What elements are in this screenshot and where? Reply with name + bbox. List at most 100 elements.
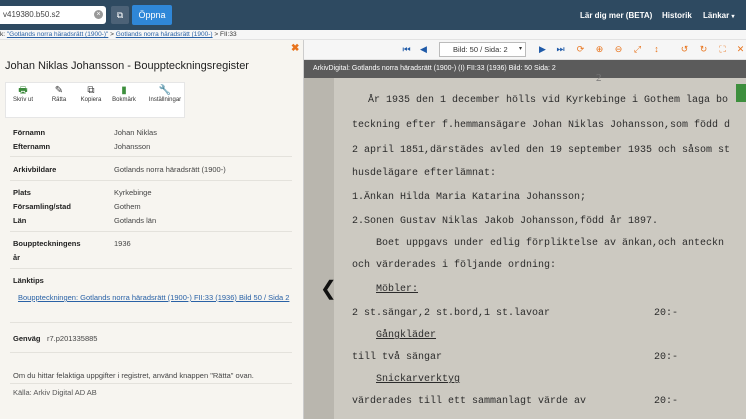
nav-links-label: Länkar [703,11,730,20]
doc-line: Boet uppgavs under edlig förpliktelse av… [376,238,725,249]
correct-button[interactable]: ✎ Rätta [44,85,74,103]
doc-amount: 20:- [654,308,679,319]
year-label: Bouppteckningens [13,239,81,248]
divider [10,268,292,269]
nav-links[interactable]: Länkar ▾ [703,11,734,20]
year-label-cont: år [13,253,21,262]
panel-title: Johan Niklas Johansson - Bouppteckningsr… [5,60,249,72]
print-button[interactable]: 🖶 Skriv ut [8,85,38,103]
last-page-icon[interactable]: ⏭ [554,43,567,56]
year-value: 1936 [114,239,131,248]
previous-image-arrow-icon[interactable]: ❮ [320,278,337,300]
viewer-source-header: ArkivDigital: Gotlands norra häradsrätt … [304,60,746,78]
first-page-icon[interactable]: ⏮ [400,43,413,56]
copy-icon: ⧉ [87,85,95,96]
doc-line: teckning efter f.hemmansägare Johan Nikl… [352,120,731,131]
fit-height-icon[interactable]: ↕ [650,43,663,56]
zoom-out-icon[interactable]: ⊖ [612,43,625,56]
doc-line: och värderades i följande ordning: [352,260,557,271]
clear-search-icon[interactable]: × [94,10,103,19]
printer-icon: 🖶 [18,85,28,96]
breadcrumb-prefix: k: [0,31,7,38]
close-panel-icon[interactable]: ✖ [291,43,299,54]
doc-line: värderades till ett sammanlagt värde av [352,396,587,407]
doc-line: till två sängar [352,352,443,363]
search-input[interactable]: v419380.b50.s2 [0,6,106,24]
link-tips-label: Länktips [13,276,44,285]
doc-line: Gångkläder [376,330,437,341]
doc-line: 2.Sonen Gustav Niklas Jakob Johansson,fö… [352,216,659,227]
divider [10,352,292,353]
copy-button[interactable]: ⧉ Kopiera [76,85,106,103]
first-name-value: Johan Niklas [114,128,157,137]
doc-line: 1.Änkan Hilda Maria Katarina Johansson; [352,192,587,203]
correct-label: Rätta [51,97,67,103]
refresh-icon[interactable]: ⟳ [574,43,587,56]
action-bar: 🖶 Skriv ut ✎ Rätta ⧉ Kopiera ▮ Bokmärk 🔧… [5,82,185,118]
copy-label: Kopiera [80,97,102,103]
divider [10,231,292,232]
correction-note: Om du hittar felaktiga uppgifter i regis… [13,371,254,380]
wrench-icon: 🔧 [158,85,172,96]
doc-line: 2 st.sängar,2 st.bord,1 st.lavoar [352,308,551,319]
settings-button[interactable]: 🔧 Inställningar [146,85,184,103]
chevron-down-icon: ▾ [519,46,523,52]
source-text: Källa: Arkiv Digital AD AB [13,388,97,397]
zoom-in-icon[interactable]: ⊕ [593,43,606,56]
fullscreen-icon[interactable]: ⛶ [716,43,729,56]
record-panel: ✖ Johan Niklas Johansson - Bouppteckning… [0,40,304,419]
bookmark-marker-icon[interactable] [736,84,746,102]
breadcrumb-separator: > [212,31,220,38]
page-select-value: Bild: 50 / Sida: 2 [453,45,508,54]
breadcrumb-item-volume: FII:33 [220,31,237,38]
last-name-value: Johansson [114,142,151,151]
close-viewer-icon[interactable]: ✕ [734,43,746,56]
nav-learn-more[interactable]: Lär dig mer (BETA) [580,11,652,20]
county-value: Gotlands län [114,216,157,225]
copy-icon: ⧉ [116,10,124,20]
place-value: Kyrkebinge [114,188,152,197]
place-label: Plats [13,188,31,197]
parish-label: Församling/stad [13,202,71,211]
fit-width-icon[interactable]: ⤢ [631,43,644,56]
doc-amount: 20:- [654,352,679,363]
breadcrumb-item-archive-quoted[interactable]: "Gotlands norra häradsrätt (1900-)" [7,31,108,38]
chevron-down-icon: ▾ [731,14,735,20]
image-viewer[interactable]: ArkivDigital: Gotlands norra häradsrätt … [304,60,746,419]
copy-link-button[interactable]: ⧉ [111,6,129,24]
bookmark-button[interactable]: ▮ Bokmärk [109,85,139,103]
next-page-icon[interactable]: ▶ [536,43,549,56]
breadcrumb-item-archive[interactable]: Gotlands norra häradsrätt (1900-) [116,31,213,38]
doc-line: Snickarverktyg [376,374,461,385]
link-tips-link[interactable]: Bouppteckningen: Gotlands norra häradsrä… [18,293,298,303]
doc-line: 2 april 1851,därstädes avled den 19 sept… [352,145,731,156]
divider [10,156,292,157]
nav-history[interactable]: Historik [662,11,692,20]
scanned-document[interactable]: 2 År 1935 den 1 december hölls vid Kyrke… [304,72,746,419]
open-button[interactable]: Öppna [132,5,172,25]
shortcut-value[interactable]: r7.p201335885 [47,334,97,343]
archive-creator-label: Arkivbildare [13,165,57,174]
breadcrumb-separator: > [108,31,116,38]
settings-label: Inställningar [148,97,182,103]
archive-creator-value: Gotlands norra häradsrätt (1900-) [114,165,226,174]
bookmark-label: Bokmärk [112,97,136,103]
doc-line: År 1935 den 1 december hölls vid Kyrkebi… [368,95,729,106]
page-select[interactable]: Bild: 50 / Sida: 2 ▾ [439,42,526,57]
rotate-right-icon[interactable]: ↻ [697,43,710,56]
prev-page-icon[interactable]: ◀ [417,43,430,56]
doc-line: Möbler: [376,284,419,295]
rotate-left-icon[interactable]: ↺ [678,43,691,56]
parish-value: Gothem [114,202,141,211]
divider [10,383,292,384]
last-name-label: Efternamn [13,142,51,151]
divider [10,180,292,181]
breadcrumb: k: "Gotlands norra häradsrätt (1900-)" >… [0,30,746,40]
county-label: Län [13,216,27,225]
first-name-label: Förnamn [13,128,46,137]
doc-line: husdelägare efterlämnat: [352,168,497,179]
doc-amount: 20:- [654,396,679,407]
shortcut-label: Genväg [13,334,41,343]
divider [10,322,292,323]
print-label: Skriv ut [12,97,33,103]
